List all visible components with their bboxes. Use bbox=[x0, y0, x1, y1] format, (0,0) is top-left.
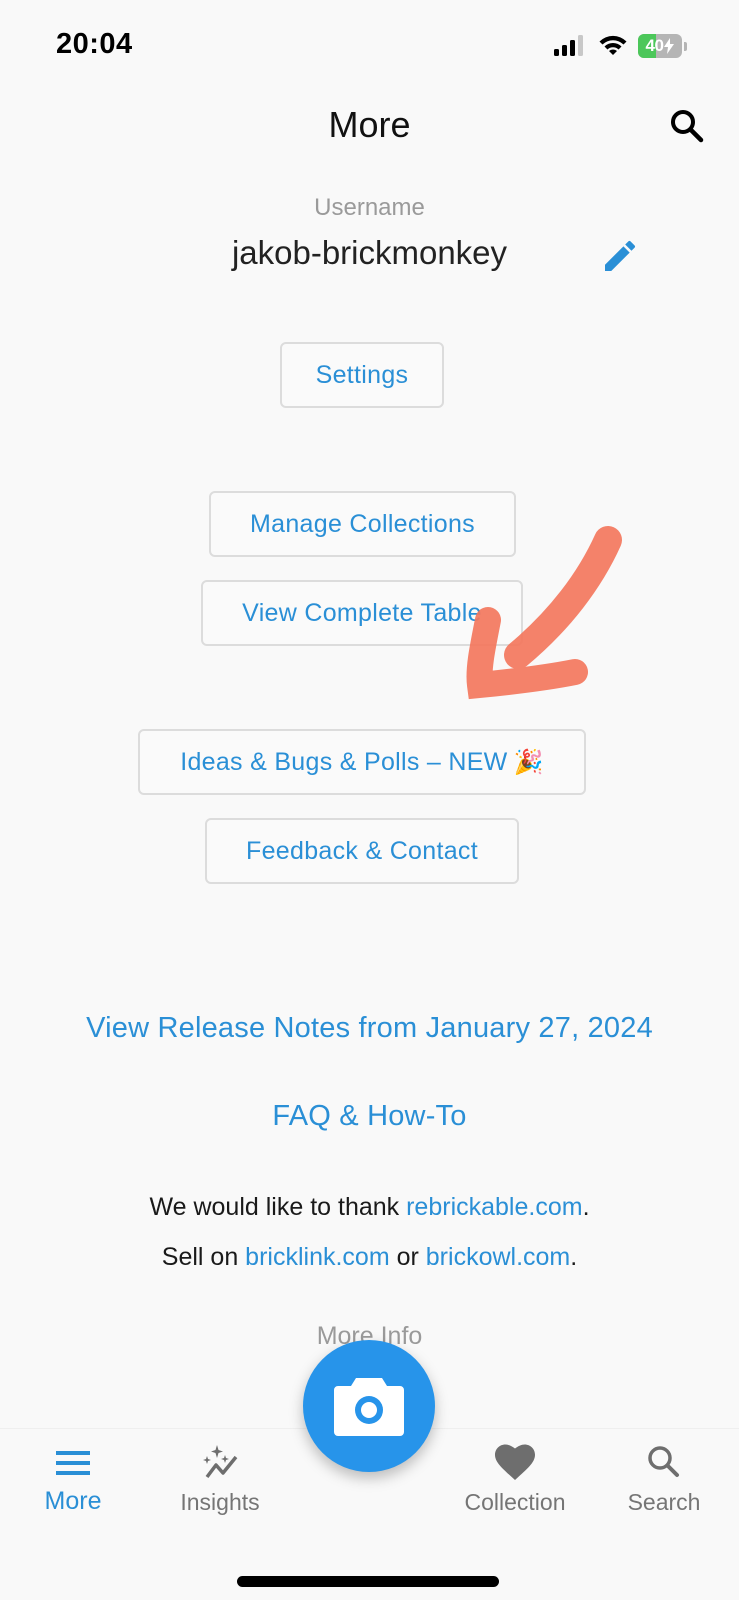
tab-more[interactable]: More bbox=[8, 1443, 138, 1516]
search-icon bbox=[648, 1446, 679, 1477]
settings-button[interactable]: Settings bbox=[280, 342, 444, 408]
header-search-button[interactable] bbox=[667, 106, 707, 146]
manage-collections-button[interactable]: Manage Collections bbox=[209, 491, 516, 557]
battery-percent: 40 bbox=[645, 36, 664, 55]
camera-icon bbox=[334, 1378, 404, 1436]
tab-insights[interactable]: Insights bbox=[155, 1443, 285, 1516]
release-notes-link[interactable]: View Release Notes from January 27, 2024 bbox=[0, 1012, 739, 1045]
menu-icon bbox=[56, 1451, 90, 1475]
username-label: Username bbox=[314, 194, 425, 221]
tab-more-label: More bbox=[44, 1487, 102, 1515]
bricklink-link[interactable]: bricklink.com bbox=[245, 1243, 389, 1271]
thanks-prefix: We would like to thank bbox=[149, 1193, 407, 1221]
sell-line: Sell on bricklink.com or brickowl.com. bbox=[0, 1243, 739, 1272]
status-bar: 20:04 40 bbox=[0, 0, 739, 90]
wifi-icon bbox=[599, 35, 627, 55]
status-icons: 40 bbox=[554, 34, 687, 58]
ideas-bugs-polls-label: Ideas & Bugs & Polls – NEW bbox=[180, 747, 508, 776]
view-complete-table-button[interactable]: View Complete Table bbox=[201, 580, 523, 646]
faq-link[interactable]: FAQ & How-To bbox=[0, 1100, 739, 1133]
party-popper-icon: 🎉 bbox=[513, 748, 544, 776]
sell-suffix: . bbox=[570, 1243, 578, 1271]
brickowl-link[interactable]: brickowl.com bbox=[426, 1243, 570, 1271]
insights-icon bbox=[203, 1445, 238, 1479]
thanks-line: We would like to thank rebrickable.com. bbox=[0, 1193, 739, 1222]
camera-button[interactable] bbox=[303, 1340, 435, 1472]
battery-nub bbox=[684, 41, 687, 51]
tab-collection-label: Collection bbox=[464, 1489, 566, 1515]
page-title: More bbox=[328, 104, 411, 145]
pencil-icon bbox=[605, 240, 636, 271]
status-time: 20:04 bbox=[56, 28, 133, 60]
heart-icon bbox=[495, 1444, 535, 1480]
tab-search-label: Search bbox=[627, 1489, 701, 1515]
battery-icon: 40 bbox=[638, 34, 682, 58]
tab-search[interactable]: Search bbox=[599, 1443, 729, 1516]
home-indicator[interactable] bbox=[237, 1576, 499, 1587]
charging-bolt-icon bbox=[664, 38, 675, 54]
sell-middle: or bbox=[389, 1243, 426, 1271]
tab-collection[interactable]: Collection bbox=[450, 1443, 580, 1516]
cellular-signal-icon bbox=[554, 35, 583, 56]
tab-insights-label: Insights bbox=[180, 1489, 260, 1515]
edit-username-button[interactable] bbox=[600, 236, 640, 276]
sell-prefix: Sell on bbox=[161, 1243, 246, 1271]
ideas-bugs-polls-button[interactable]: Ideas & Bugs & Polls – NEW 🎉 bbox=[138, 729, 586, 795]
thanks-suffix: . bbox=[582, 1193, 590, 1221]
search-icon bbox=[671, 110, 704, 143]
rebrickable-link[interactable]: rebrickable.com bbox=[406, 1193, 582, 1221]
feedback-contact-button[interactable]: Feedback & Contact bbox=[205, 818, 519, 884]
